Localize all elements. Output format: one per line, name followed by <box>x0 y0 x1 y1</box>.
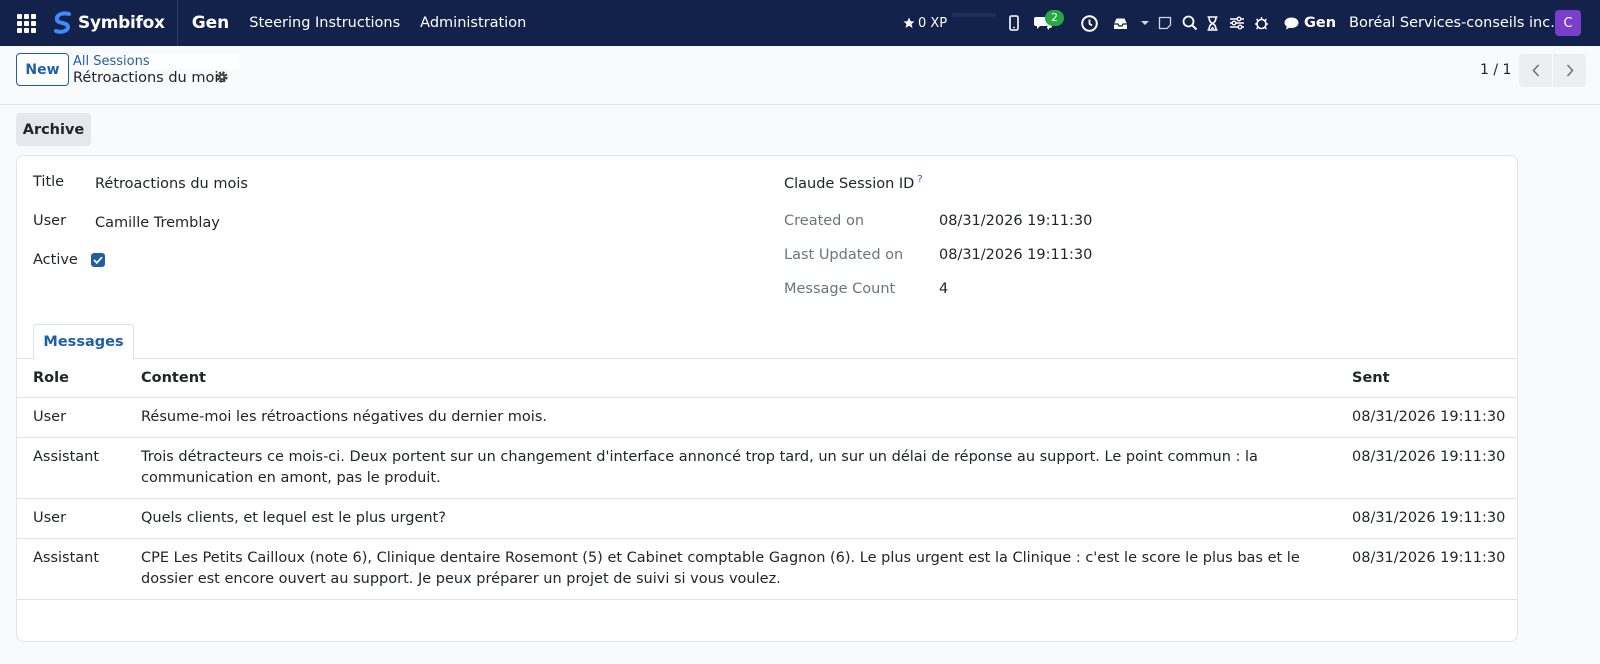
session-id-label-text: Claude Session ID <box>784 175 915 192</box>
search-icon[interactable] <box>1181 12 1198 34</box>
gear-icon[interactable] <box>215 70 229 84</box>
top-navbar: Symbifox Gen Steering Instructions Admin… <box>0 0 1600 46</box>
pager-next-button[interactable] <box>1553 54 1586 87</box>
user-label: User <box>33 213 67 229</box>
tab-messages[interactable]: Messages <box>33 324 134 360</box>
note-icon[interactable] <box>1157 12 1173 34</box>
title-field[interactable]: Rétroactions du mois <box>95 176 248 192</box>
gen-chat-button[interactable]: Gen <box>1284 0 1336 46</box>
cell-role: User <box>17 498 141 539</box>
phone-icon[interactable] <box>1007 12 1021 34</box>
app-name[interactable]: Gen <box>192 13 230 33</box>
chevron-left-icon <box>1531 64 1539 77</box>
hourglass-icon[interactable] <box>1206 12 1219 34</box>
brand[interactable]: Symbifox <box>52 0 178 46</box>
cell-role: Assistant <box>17 538 141 600</box>
breadcrumb-all-sessions[interactable]: All Sessions <box>73 54 239 69</box>
session-id-label: Claude Session ID? <box>784 174 923 192</box>
active-label: Active <box>33 252 78 268</box>
apps-grid-icon[interactable] <box>0 0 52 46</box>
pager-value[interactable]: 1 / 1 <box>1480 62 1511 78</box>
archive-button[interactable]: Archive <box>16 113 91 146</box>
messages-table: Role Content Sent User Résume-moi les ré… <box>17 360 1517 600</box>
cell-sent: 08/31/2026 19:11:30 <box>1352 538 1517 600</box>
column-header-content[interactable]: Content <box>141 360 1352 398</box>
cell-sent: 08/31/2026 19:11:30 <box>1352 498 1517 539</box>
xp-progress-bar <box>952 13 996 17</box>
xp-indicator[interactable]: 0 XP <box>903 0 947 46</box>
brand-logo-icon <box>54 11 71 34</box>
last-updated-label: Last Updated on <box>784 247 904 263</box>
bug-icon[interactable] <box>1253 12 1269 34</box>
table-row[interactable]: User Résume-moi les rétroactions négativ… <box>17 397 1517 438</box>
cell-sent: 08/31/2026 19:11:30 <box>1352 397 1517 438</box>
brand-name: Symbifox <box>78 13 165 33</box>
last-updated-value: 08/31/2026 19:11:30 <box>939 247 1093 263</box>
active-checkbox[interactable] <box>91 253 105 267</box>
clock-icon[interactable] <box>1080 12 1098 34</box>
breadcrumb-current: Rétroactions du mois <box>73 70 226 86</box>
cell-role: User <box>17 397 141 438</box>
table-row[interactable]: Assistant Trois détracteurs ce mois-ci. … <box>17 437 1517 499</box>
user-field[interactable]: Camille Tremblay <box>95 215 220 231</box>
xp-value: 0 XP <box>918 15 948 31</box>
form-sheet: Title Rétroactions du mois User Camille … <box>16 155 1518 642</box>
inbox-icon[interactable] <box>1112 12 1128 34</box>
avatar[interactable]: C <box>1555 10 1581 36</box>
star-icon <box>903 17 915 28</box>
help-tooltip-icon[interactable]: ? <box>917 174 922 185</box>
menu-steering-instructions[interactable]: Steering Instructions <box>239 15 410 31</box>
table-row[interactable]: User Quels clients, et lequel est le plu… <box>17 498 1517 539</box>
sliders-icon[interactable] <box>1229 12 1244 34</box>
comment-icon <box>1284 17 1299 29</box>
caret-down-icon[interactable] <box>1139 12 1151 34</box>
cell-content: CPE Les Petits Cailloux (note 6), Cliniq… <box>141 538 1352 600</box>
company-switcher[interactable]: Boréal Services-conseils inc. <box>1349 0 1555 46</box>
pager-previous-button[interactable] <box>1519 54 1552 87</box>
check-icon <box>93 256 103 264</box>
new-button[interactable]: New <box>16 53 69 86</box>
table-header-row: Role Content Sent <box>17 360 1517 398</box>
title-label: Title <box>33 174 65 190</box>
message-count-value: 4 <box>939 281 949 297</box>
cell-role: Assistant <box>17 437 141 499</box>
gen-chat-label: Gen <box>1304 15 1337 31</box>
notebook-tabs: Messages <box>17 324 1517 360</box>
column-header-role[interactable]: Role <box>17 360 141 398</box>
table-row[interactable]: Assistant CPE Les Petits Cailloux (note … <box>17 538 1517 600</box>
chat-badge: 2 <box>1045 10 1064 26</box>
cell-sent: 08/31/2026 19:11:30 <box>1352 437 1517 499</box>
cell-content: Résume-moi les rétroactions négatives du… <box>141 397 1352 438</box>
column-header-sent[interactable]: Sent <box>1352 360 1517 398</box>
created-on-value: 08/31/2026 19:11:30 <box>939 213 1093 229</box>
message-count-label: Message Count <box>784 281 896 297</box>
cell-content: Trois détracteurs ce mois-ci. Deux porte… <box>141 437 1352 499</box>
menu-administration[interactable]: Administration <box>410 15 536 31</box>
chevron-right-icon <box>1566 64 1574 77</box>
created-on-label: Created on <box>784 213 865 229</box>
cell-content: Quels clients, et lequel est le plus urg… <box>141 498 1352 539</box>
control-panel: New All Sessions Rétroactions du mois 1 … <box>0 46 1600 105</box>
